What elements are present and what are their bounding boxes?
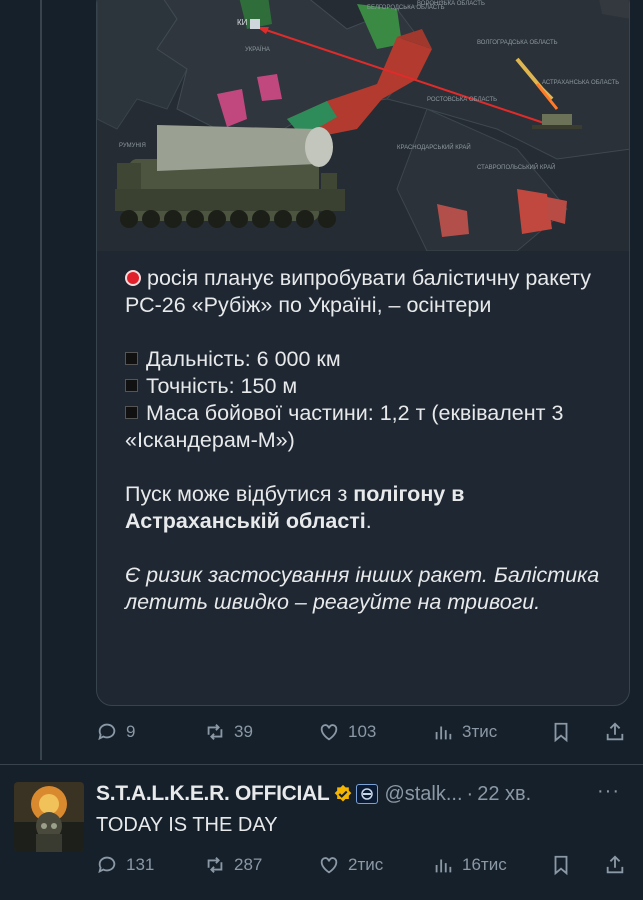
map-label-voronezh: ВОРОНІЗЬКА ОБЛАСТЬ [417, 1, 485, 7]
map-label-rostov: РОСТОВСЬКА ОБЛАСТЬ [427, 97, 497, 103]
reply-icon [98, 856, 116, 874]
more-options-icon[interactable]: ··· [597, 780, 620, 803]
reply-header: S.T.A.L.K.E.R. OFFICIAL @stalk... · 22 х… [96, 780, 636, 808]
map-label-astrakhan: АСТРАХАНСЬКА ОБЛАСТЬ [542, 80, 619, 86]
map-label-krasnodar: КРАСНОДАРСЬКИЙ КРАЙ [397, 143, 471, 151]
like-button[interactable]: 103 [318, 721, 432, 743]
author-handle[interactable]: @stalk... [384, 783, 462, 806]
views-count: 16тис [462, 855, 507, 874]
like-button[interactable]: 2тис [318, 854, 432, 876]
bookmark-button[interactable] [550, 854, 604, 876]
like-count: 2тис [348, 855, 384, 874]
reply-text: TODAY IS THE DAY [96, 814, 278, 836]
heart-icon [320, 857, 338, 874]
views-button[interactable]: 16тис [432, 854, 550, 876]
reply-action-bar: 131 287 2тис 16тис [96, 850, 630, 880]
reply-count: 131 [126, 855, 155, 874]
share-button[interactable] [604, 854, 626, 876]
black-square-icon [125, 406, 138, 419]
repost-button[interactable]: 287 [204, 854, 318, 876]
post-divider [0, 764, 643, 765]
repost-icon [207, 857, 223, 873]
launch-suffix: . [365, 509, 372, 533]
repost-count: 287 [234, 855, 263, 874]
repost-icon [207, 724, 223, 740]
reply-button[interactable]: 131 [96, 854, 204, 876]
map-label-stavropol: СТАВРОПОЛЬСЬКИЙ КРАЙ [477, 163, 555, 171]
spec-range: Дальність: 6 000 км [146, 347, 341, 371]
post-media-map[interactable]: КИ УКРАЇНА БЕЛГОРОДСЬКА ОБЛАСТЬ ВОРОНІЗЬ… [97, 0, 629, 251]
post-action-bar: 9 39 103 3тис [96, 717, 630, 747]
map-label-volgograd: ВОЛГОГРАДСЬКА ОБЛАСТЬ [477, 40, 558, 46]
share-button[interactable] [604, 721, 626, 743]
spec-warhead: Маса бойової частини: 1,2 т (еквівалент … [125, 401, 564, 452]
header-separator: · [466, 782, 474, 805]
thread-line [40, 0, 42, 760]
repost-button[interactable]: 39 [204, 721, 318, 743]
author-name[interactable]: S.T.A.L.K.E.R. OFFICIAL [96, 782, 330, 806]
views-icon [435, 726, 452, 740]
verified-badge-icon [335, 784, 352, 802]
post-text: росія планує випробувати балістичну раке… [125, 265, 625, 616]
red-circle-icon [125, 270, 141, 286]
warning-text: Є ризик застосування інших ракет. Баліст… [125, 563, 600, 614]
map-label-ukraine: УКРАЇНА [245, 46, 270, 53]
map-label-romania: РУМУНІЯ [119, 143, 146, 149]
heart-icon [320, 724, 338, 741]
map-label-kyiv: КИ [237, 18, 248, 27]
views-button[interactable]: 3тис [432, 721, 550, 743]
launch-text: Пуск може відбутися з [125, 482, 354, 506]
like-count: 103 [348, 722, 377, 741]
reply-button[interactable]: 9 [96, 721, 204, 743]
quoted-post-card[interactable]: КИ УКРАЇНА БЕЛГОРОДСЬКА ОБЛАСТЬ ВОРОНІЗЬ… [96, 0, 630, 706]
black-square-icon [125, 352, 138, 365]
spec-accuracy: Точність: 150 м [146, 374, 298, 398]
reply-count: 9 [126, 722, 136, 741]
post-time[interactable]: 22 хв. [477, 783, 531, 806]
share-icon [606, 855, 624, 874]
repost-count: 39 [234, 722, 253, 741]
post-headline: росія планує випробувати балістичну раке… [125, 266, 591, 317]
affiliation-badge-icon[interactable] [356, 784, 379, 804]
bookmark-button[interactable] [550, 721, 604, 743]
share-icon [606, 722, 624, 741]
black-square-icon [125, 379, 138, 392]
bookmark-icon [554, 855, 568, 876]
avatar[interactable] [14, 782, 84, 852]
views-count: 3тис [462, 722, 498, 741]
bookmark-icon [554, 722, 568, 743]
reply-icon [98, 723, 116, 741]
views-icon [435, 859, 452, 873]
